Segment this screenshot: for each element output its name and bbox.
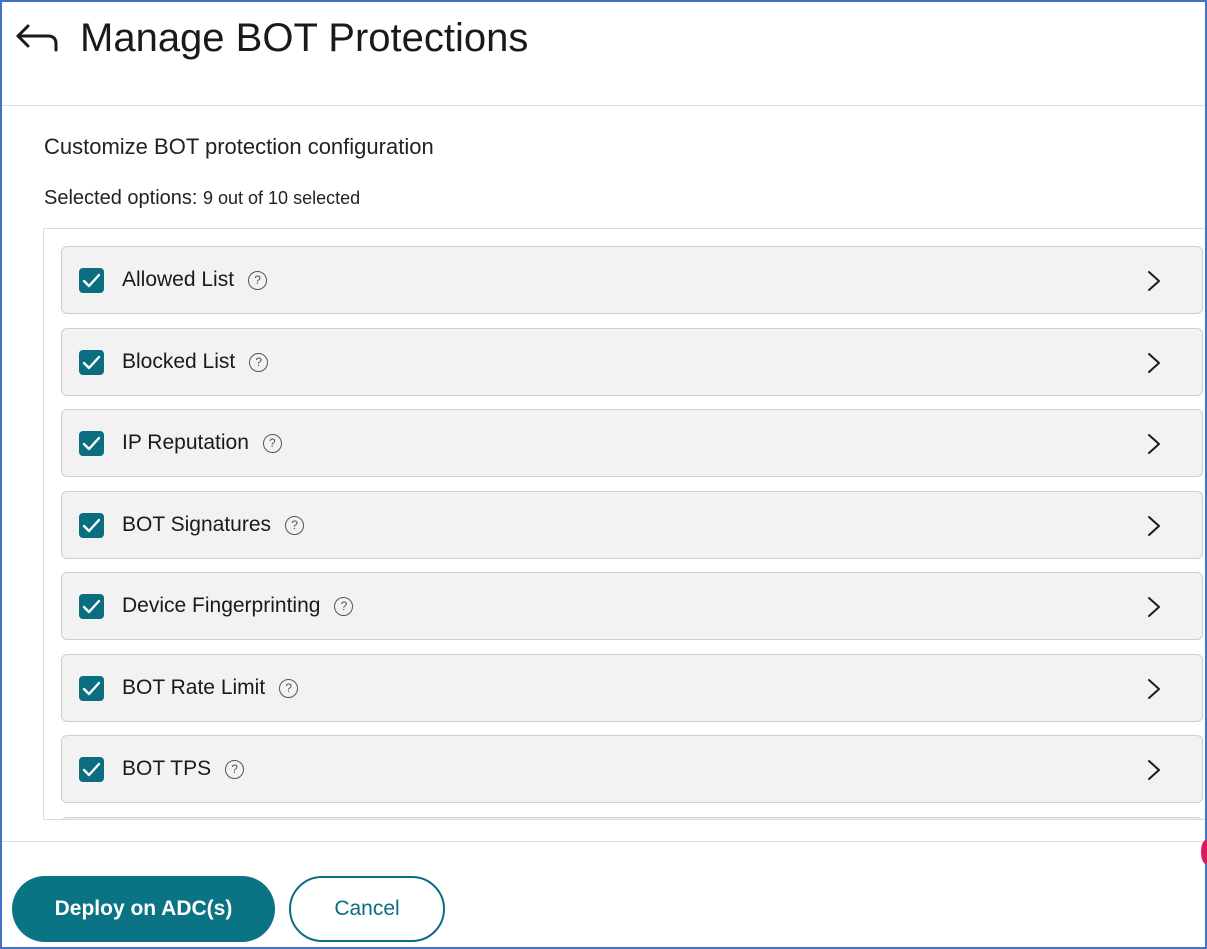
help-icon[interactable]: ? [249,352,269,372]
check-icon [82,355,101,369]
protection-row-partial[interactable] [61,816,1203,819]
checkbox[interactable] [79,675,104,701]
selected-options-count: 9 out of 10 selected [203,188,361,208]
checkbox[interactable] [79,594,104,619]
help-icon[interactable]: ? [334,597,354,616]
checkbox[interactable] [79,431,104,456]
protection-row[interactable]: Blocked List? [61,327,1203,396]
help-icon[interactable]: ? [225,760,245,779]
check-icon [82,273,101,288]
checkbox[interactable] [79,512,104,538]
protection-label: BOT Rate Limit? [122,674,299,702]
protection-label: Allowed List? [122,266,268,294]
protection-row[interactable]: IP Reputation? [61,409,1203,477]
protection-name: BOT Rate Limit [122,675,266,699]
edge-indicator [1201,840,1207,864]
protection-row[interactable]: Device Fingerprinting? [61,572,1203,640]
footer-divider [2,841,1205,842]
protection-name: BOT TPS [122,757,212,780]
check-icon [82,681,101,695]
chevron-right-icon[interactable] [1146,432,1162,456]
help-icon[interactable]: ? [279,678,299,698]
check-icon [82,518,101,532]
protection-row[interactable]: BOT Signatures? [61,490,1203,559]
section-subtitle: Customize BOT protection configuration [44,134,434,159]
help-icon[interactable]: ? [285,515,305,535]
chevron-right-icon[interactable] [1146,351,1162,375]
check-icon [82,436,101,451]
selected-options-label: Selected options: [44,187,198,209]
cancel-button[interactable]: Cancel [289,876,445,942]
chevron-right-icon[interactable] [1146,514,1162,538]
back-arrow-icon[interactable] [14,20,60,58]
protection-name: IP Reputation [122,431,249,454]
protection-name: Device Fingerprinting [122,594,321,617]
page-header: Manage BOT Protections [2,2,1205,106]
deploy-button[interactable]: Deploy on ADC(s) [12,876,275,942]
protection-row[interactable]: BOT TPS? [61,735,1203,803]
chevron-right-icon[interactable] [1146,677,1162,701]
check-icon [82,599,101,614]
protection-label: BOT TPS? [122,755,245,783]
protection-name: BOT Signatures [122,512,272,536]
dialog-frame: Manage BOT Protections Customize BOT pro… [0,0,1207,949]
protection-row[interactable]: Allowed List? [61,246,1203,314]
chevron-right-icon[interactable] [1146,595,1162,619]
checkbox[interactable] [79,268,104,293]
help-icon[interactable]: ? [248,271,268,290]
protection-name: Blocked List [122,349,236,373]
protection-row[interactable]: BOT Rate Limit? [61,653,1203,722]
protection-label: Device Fingerprinting? [122,592,354,620]
checkbox[interactable] [79,349,104,375]
chevron-right-icon[interactable] [1146,269,1162,293]
protection-name: Allowed List [122,268,235,291]
protection-label: Blocked List? [122,348,269,376]
help-icon[interactable]: ? [262,434,282,453]
checkbox[interactable] [79,757,104,782]
page-title: Manage BOT Protections [80,16,529,60]
protection-label: BOT Signatures? [122,511,305,539]
chevron-right-icon[interactable] [1146,758,1162,782]
protection-label: IP Reputation? [122,429,282,457]
protection-list[interactable]: Allowed List? Blocked List? IP Reputation?… [43,228,1205,820]
check-icon [82,762,101,777]
selected-options-summary: Selected options: 9 out of 10 selected [44,184,360,212]
